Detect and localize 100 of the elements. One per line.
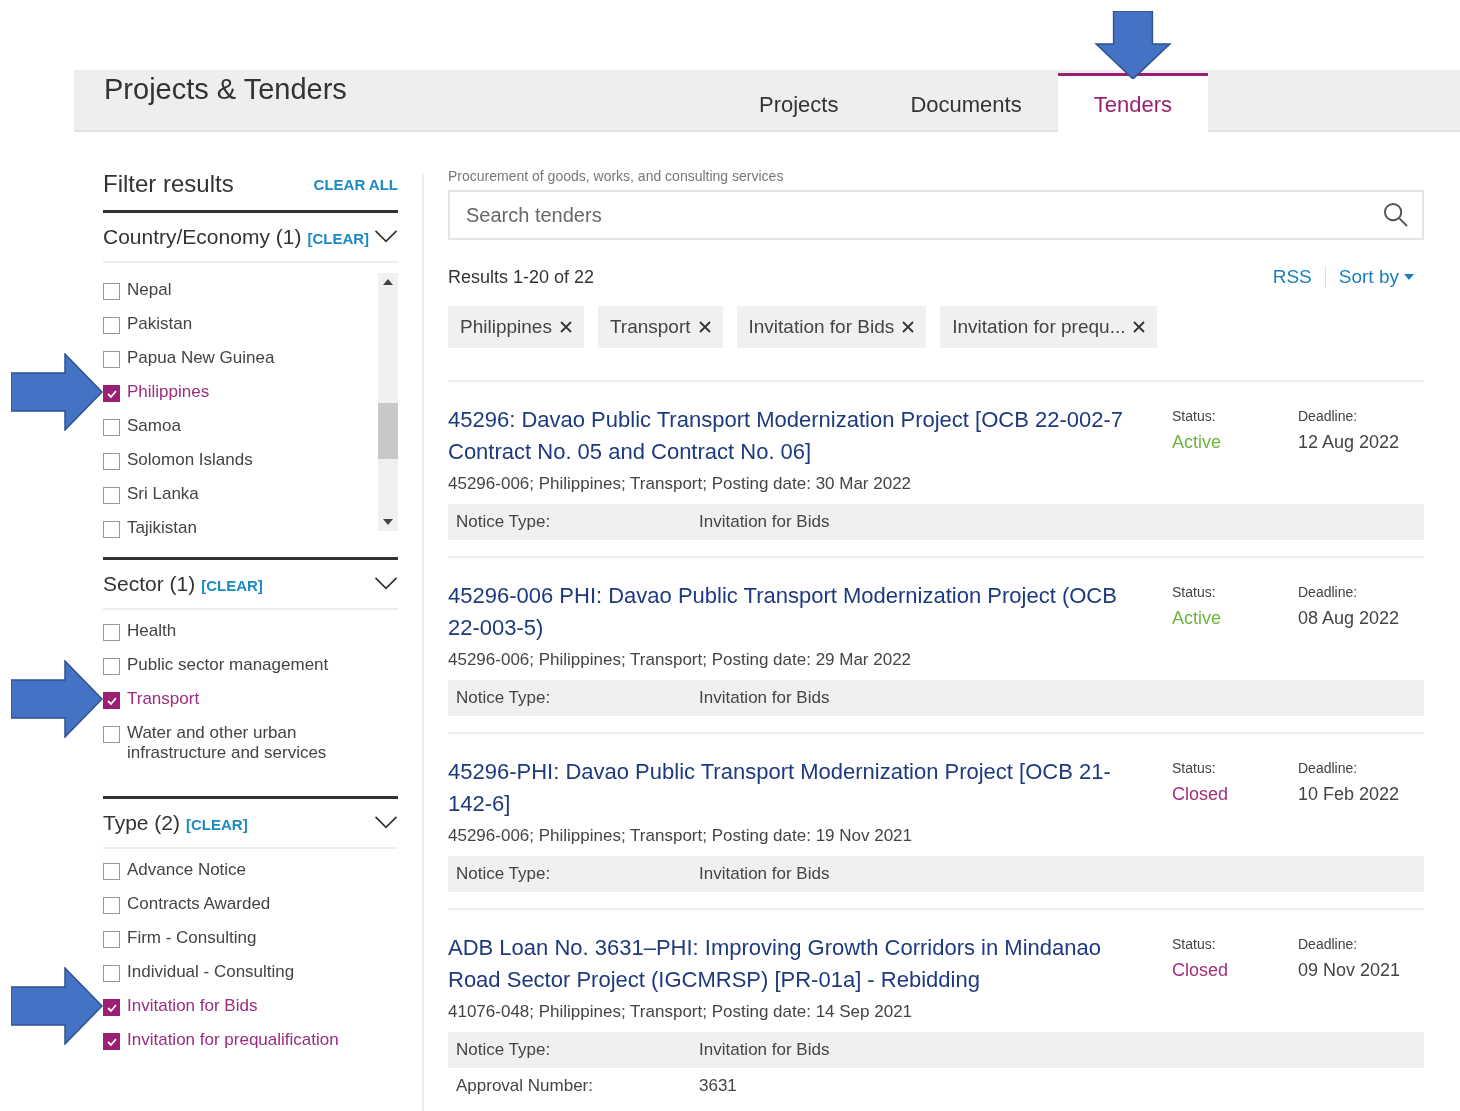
deadline-value: 10 Feb 2022 xyxy=(1298,784,1401,805)
checkbox-label[interactable]: Nepal xyxy=(127,280,172,300)
caret-icon xyxy=(1404,274,1414,280)
deadline-label: Deadline: xyxy=(1298,584,1359,600)
checkbox[interactable] xyxy=(103,487,120,504)
close-icon xyxy=(559,321,572,333)
detail-label: Notice Type: xyxy=(456,864,552,884)
checkbox-label[interactable]: Water and other urban infrastructure and services xyxy=(127,723,357,763)
checkbox[interactable] xyxy=(103,385,120,402)
chevron-icon xyxy=(374,577,398,591)
close-icon xyxy=(698,321,711,333)
checkbox-label[interactable]: Samoa xyxy=(127,416,181,436)
detail-value: Invitation for Bids xyxy=(699,864,830,884)
checkbox[interactable] xyxy=(103,658,120,675)
nav-tab[interactable]: Projects xyxy=(722,73,875,130)
deadline-label: Deadline: xyxy=(1298,936,1359,952)
status-label: Status: xyxy=(1172,760,1217,776)
checkbox[interactable] xyxy=(103,351,120,368)
sort-dropdown[interactable]: Sort by xyxy=(1325,266,1424,288)
checkbox-label[interactable]: Invitation for prequalification xyxy=(127,1030,339,1050)
checkbox[interactable] xyxy=(103,726,120,743)
search-icon xyxy=(1383,202,1408,227)
deadline-value: 08 Aug 2022 xyxy=(1298,608,1401,629)
checkbox[interactable] xyxy=(103,419,120,436)
checkbox[interactable] xyxy=(103,999,120,1016)
rss-link[interactable]: RSS xyxy=(1272,266,1326,288)
filter-group-title: Type (2) xyxy=(103,811,181,835)
checkbox[interactable] xyxy=(103,1033,120,1050)
status-value: Closed xyxy=(1172,784,1230,805)
checkbox[interactable] xyxy=(103,863,120,880)
checkbox-label[interactable]: Public sector management xyxy=(127,655,329,675)
checkbox-label[interactable]: Individual - Consulting xyxy=(127,962,295,982)
checkbox-label[interactable]: Contracts Awarded xyxy=(127,894,271,914)
search-caption: Procurement of goods, works, and consulting services xyxy=(448,168,785,184)
search-field[interactable]: Search tenders xyxy=(448,190,1424,240)
result-meta: 41076-048; Philippines; Transport; Posting date: 14 Sep 2021 xyxy=(448,1002,914,1022)
checkbox-label[interactable]: Solomon Islands xyxy=(127,450,253,470)
result-meta: 45296-006; Philippines; Transport; Posting date: 29 Mar 2022 xyxy=(448,650,913,670)
checkbox[interactable] xyxy=(103,624,120,641)
close-icon xyxy=(1133,321,1146,333)
status-label: Status: xyxy=(1172,584,1217,600)
clear-link[interactable]: [CLEAR] xyxy=(186,816,248,833)
checkbox[interactable] xyxy=(103,453,120,470)
detail-value: Invitation for Bids xyxy=(699,1040,830,1060)
filter-chip[interactable]: Transport xyxy=(597,306,723,348)
status-label: Status: xyxy=(1172,936,1217,952)
filter-chip[interactable]: Philippines xyxy=(448,306,584,348)
detail-label: Approval Number: xyxy=(456,1076,594,1096)
clear-link[interactable]: [CLEAR] xyxy=(201,577,263,594)
filter-group-title: Country/Economy (1) xyxy=(103,225,302,249)
close-icon xyxy=(902,321,915,333)
detail-label: Notice Type: xyxy=(456,688,552,708)
checkbox-label[interactable]: Health xyxy=(127,621,177,641)
status-label: Status: xyxy=(1172,408,1217,424)
checkbox-label[interactable]: Pakistan xyxy=(127,314,193,334)
checkbox-label[interactable]: Invitation for Bids xyxy=(127,996,258,1016)
result-meta: 45296-006; Philippines; Transport; Posting date: 19 Nov 2021 xyxy=(448,826,914,846)
status-value: Active xyxy=(1172,608,1223,629)
clear-all-link[interactable]: CLEAR ALL xyxy=(313,175,398,193)
checkbox-label[interactable]: Tajikistan xyxy=(127,518,197,538)
chevron-icon xyxy=(374,816,398,830)
checkbox[interactable] xyxy=(103,692,120,709)
detail-label: Notice Type: xyxy=(456,1040,552,1060)
filter-chip[interactable]: Invitation for Bids xyxy=(736,306,927,348)
detail-value: Invitation for Bids xyxy=(699,512,830,532)
clear-link[interactable]: [CLEAR] xyxy=(307,230,370,247)
checkbox[interactable] xyxy=(103,897,120,914)
checkbox-label[interactable]: Papua New Guinea xyxy=(127,348,275,368)
checkbox[interactable] xyxy=(103,317,120,334)
checkbox[interactable] xyxy=(103,965,120,982)
checkbox-label[interactable]: Firm - Consulting xyxy=(127,928,257,948)
checkbox-label[interactable]: Philippines xyxy=(127,382,210,402)
detail-value: Invitation for Bids xyxy=(699,688,830,708)
result-meta: 45296-006; Philippines; Transport; Posting date: 30 Mar 2022 xyxy=(448,474,913,494)
status-value: Active xyxy=(1172,432,1223,453)
deadline-label: Deadline: xyxy=(1298,760,1359,776)
nav-tab[interactable]: Tenders xyxy=(1057,73,1208,132)
filter-title: Filter results xyxy=(103,170,234,198)
checkbox[interactable] xyxy=(103,931,120,948)
filter-chip[interactable]: Invitation for prequ... xyxy=(940,306,1158,348)
deadline-label: Deadline: xyxy=(1298,408,1359,424)
checkbox-label[interactable]: Advance Notice xyxy=(127,860,247,880)
deadline-value: 12 Aug 2022 xyxy=(1298,432,1401,453)
scrollbar[interactable] xyxy=(378,273,398,531)
page-title: Projects & Tenders xyxy=(104,73,347,106)
detail-label: Notice Type: xyxy=(456,512,552,532)
deadline-value: 09 Nov 2021 xyxy=(1298,960,1402,981)
checkbox[interactable] xyxy=(103,283,120,300)
result-title-link[interactable]: 45296-006 PHI: Davao Public Transport Modernization Project (OCB 22-003-5) xyxy=(448,580,1146,644)
result-title-link[interactable]: 45296-PHI: Davao Public Transport Modernization Project [OCB 21-142-6] xyxy=(448,756,1146,820)
nav-tab[interactable]: Documents xyxy=(874,73,1058,130)
checkbox-label[interactable]: Transport xyxy=(127,689,200,709)
checkbox-label[interactable]: Sri Lanka xyxy=(127,484,199,504)
result-title-link[interactable]: 45296: Davao Public Transport Modernization Project [OCB 22-002-7 Contract No. 05 and Contract No. 06] xyxy=(448,404,1146,468)
chevron-icon xyxy=(374,230,398,244)
filter-group-title: Sector (1) xyxy=(103,572,196,596)
status-value: Closed xyxy=(1172,960,1230,981)
results-count: Results 1-20 of 22 xyxy=(448,266,595,288)
checkbox[interactable] xyxy=(103,521,120,538)
result-title-link[interactable]: ADB Loan No. 3631–PHI: Improving Growth Corridors in Mindanao Road Sector Project (IGCMRSP) [PR-01a] - Rebidding xyxy=(448,932,1146,996)
